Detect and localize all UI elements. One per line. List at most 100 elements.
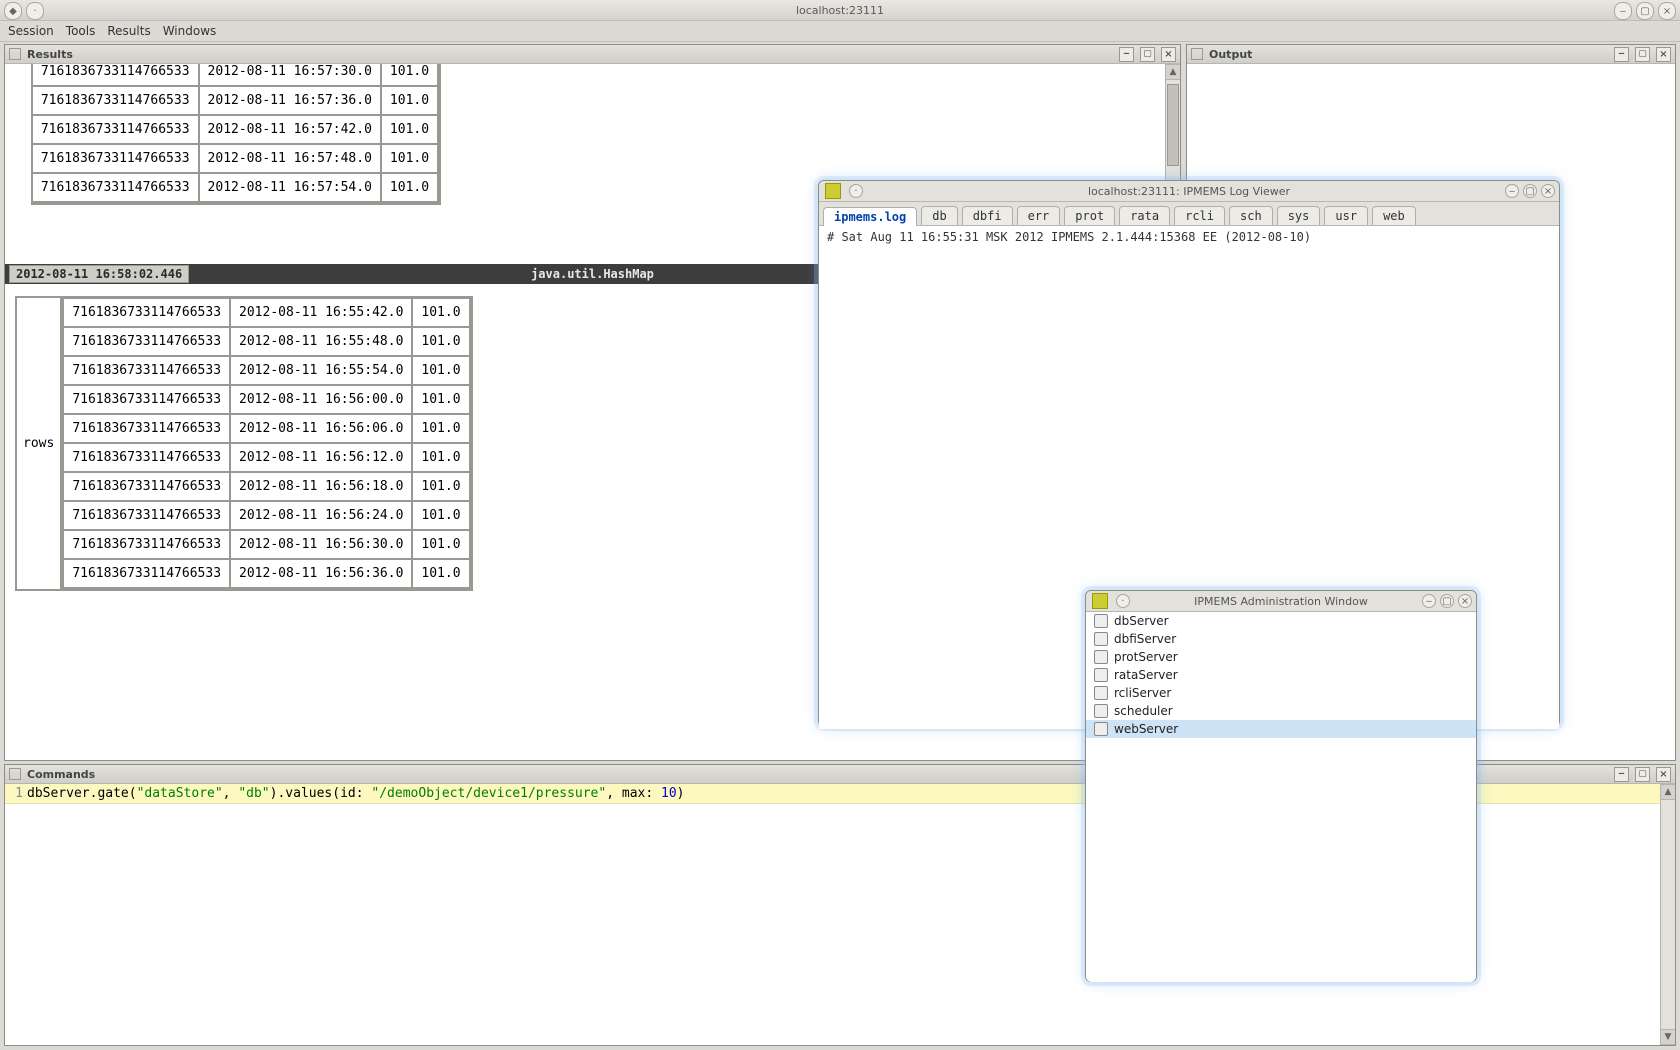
log-sticky-icon[interactable]: · bbox=[849, 184, 863, 198]
log-max-button[interactable]: ▢ bbox=[1523, 184, 1537, 198]
log-tab-usr[interactable]: usr bbox=[1324, 206, 1368, 225]
scroll-up-icon[interactable]: ▲ bbox=[1660, 784, 1675, 800]
admin-item-label: rataServer bbox=[1114, 668, 1178, 682]
table-row[interactable]: 71618367331147665332012-08-11 16:56:30.0… bbox=[63, 530, 469, 559]
log-close-button[interactable]: × bbox=[1541, 184, 1555, 198]
commands-scrollbar[interactable]: ▲ ▼ bbox=[1660, 784, 1675, 1045]
commands-close-button[interactable]: × bbox=[1656, 767, 1671, 782]
server-icon bbox=[1094, 704, 1108, 718]
log-tab-sch[interactable]: sch bbox=[1229, 206, 1273, 225]
table-row[interactable]: 71618367331147665332012-08-11 16:56:24.0… bbox=[63, 501, 469, 530]
table-row[interactable]: 71618367331147665332012-08-11 16:55:48.0… bbox=[63, 327, 469, 356]
cell-val: 101.0 bbox=[412, 501, 469, 530]
toggle-icon[interactable] bbox=[9, 768, 21, 780]
table-row[interactable]: 71618367331147665332012-08-11 16:57:48.0… bbox=[32, 144, 438, 173]
cell-val: 101.0 bbox=[412, 414, 469, 443]
cell-val: 101.0 bbox=[412, 530, 469, 559]
output-titlebar[interactable]: Output ‒ ▢ × bbox=[1187, 45, 1675, 64]
commands-max-button[interactable]: ▢ bbox=[1635, 767, 1650, 782]
cell-t: 2012-08-11 16:56:12.0 bbox=[230, 443, 412, 472]
code-token: ) bbox=[677, 786, 685, 801]
table-row[interactable]: 71618367331147665332012-08-11 16:55:42.0… bbox=[63, 298, 469, 327]
admin-title: IPMEMS Administration Window bbox=[1194, 595, 1368, 608]
results-outer-table: rows idtval 71618367331147665332012-08-1… bbox=[15, 296, 473, 591]
log-tab-ipmems.log[interactable]: ipmems.log bbox=[823, 207, 917, 226]
admin-titlebar[interactable]: · IPMEMS Administration Window ‒ ▢ × bbox=[1086, 591, 1476, 612]
cell-val: 101.0 bbox=[412, 472, 469, 501]
log-min-button[interactable]: ‒ bbox=[1505, 184, 1519, 198]
results-max-button[interactable]: ▢ bbox=[1140, 47, 1155, 62]
admin-sticky-icon[interactable]: · bbox=[1116, 594, 1130, 608]
table-row[interactable]: 71618367331147665332012-08-11 16:56:12.0… bbox=[63, 443, 469, 472]
menu-windows[interactable]: Windows bbox=[163, 24, 217, 38]
table-row[interactable]: 71618367331147665332012-08-11 16:57:36.0… bbox=[32, 86, 438, 115]
maximize-button[interactable]: ▢ bbox=[1636, 2, 1654, 20]
table-row[interactable]: 71618367331147665332012-08-11 16:57:30.0… bbox=[32, 64, 438, 86]
toggle-icon[interactable] bbox=[1191, 48, 1203, 60]
admin-window[interactable]: · IPMEMS Administration Window ‒ ▢ × dbS… bbox=[1085, 590, 1477, 982]
output-min-button[interactable]: ‒ bbox=[1614, 47, 1629, 62]
log-tab-web[interactable]: web bbox=[1372, 206, 1416, 225]
sticky-icon[interactable]: · bbox=[26, 2, 44, 20]
table-row[interactable]: 71618367331147665332012-08-11 16:56:06.0… bbox=[63, 414, 469, 443]
code-token: "db" bbox=[238, 786, 269, 801]
results-close-button[interactable]: × bbox=[1161, 47, 1176, 62]
admin-item-rcliServer[interactable]: rcliServer bbox=[1086, 684, 1476, 702]
admin-item-dbfiServer[interactable]: dbfiServer bbox=[1086, 630, 1476, 648]
log-tab-rcli[interactable]: rcli bbox=[1174, 206, 1225, 225]
log-tab-db[interactable]: db bbox=[921, 206, 957, 225]
cell-id: 7161836733114766533 bbox=[32, 115, 199, 144]
log-tab-prot[interactable]: prot bbox=[1064, 206, 1115, 225]
table-row[interactable]: 71618367331147665332012-08-11 16:55:54.0… bbox=[63, 356, 469, 385]
admin-item-dbServer[interactable]: dbServer bbox=[1086, 612, 1476, 630]
close-button[interactable]: × bbox=[1658, 2, 1676, 20]
results-min-button[interactable]: ‒ bbox=[1119, 47, 1134, 62]
table-row[interactable]: 71618367331147665332012-08-11 16:56:00.0… bbox=[63, 385, 469, 414]
cell-id: 7161836733114766533 bbox=[63, 530, 230, 559]
commands-min-button[interactable]: ‒ bbox=[1614, 767, 1629, 782]
cell-t: 2012-08-11 16:57:30.0 bbox=[199, 64, 381, 86]
menu-session[interactable]: Session bbox=[8, 24, 54, 38]
table-row[interactable]: 71618367331147665332012-08-11 16:56:36.0… bbox=[63, 559, 469, 588]
admin-item-webServer[interactable]: webServer bbox=[1086, 720, 1476, 738]
output-close-button[interactable]: × bbox=[1656, 47, 1671, 62]
table-row[interactable]: 71618367331147665332012-08-11 16:56:18.0… bbox=[63, 472, 469, 501]
log-tab-sys[interactable]: sys bbox=[1277, 206, 1321, 225]
admin-item-scheduler[interactable]: scheduler bbox=[1086, 702, 1476, 720]
code-token: 10 bbox=[661, 786, 677, 801]
output-max-button[interactable]: ▢ bbox=[1635, 47, 1650, 62]
admin-min-button[interactable]: ‒ bbox=[1422, 594, 1436, 608]
log-tab-err[interactable]: err bbox=[1017, 206, 1061, 225]
cell-id: 7161836733114766533 bbox=[63, 327, 230, 356]
log-tab-rata[interactable]: rata bbox=[1119, 206, 1170, 225]
server-icon bbox=[1094, 614, 1108, 628]
scroll-thumb[interactable] bbox=[1167, 84, 1179, 166]
admin-max-button[interactable]: ▢ bbox=[1440, 594, 1454, 608]
menu-tools[interactable]: Tools bbox=[66, 24, 96, 38]
cell-val: 101.0 bbox=[381, 173, 438, 202]
table-row[interactable]: 71618367331147665332012-08-11 16:57:54.0… bbox=[32, 173, 438, 202]
cell-t: 2012-08-11 16:57:42.0 bbox=[199, 115, 381, 144]
table-row[interactable]: 71618367331147665332012-08-11 16:57:42.0… bbox=[32, 115, 438, 144]
menu-results[interactable]: Results bbox=[107, 24, 150, 38]
cell-id: 7161836733114766533 bbox=[63, 559, 230, 588]
results-title: Results bbox=[27, 48, 73, 61]
app-window: ◆ · localhost:23111 ‒ ▢ × Session Tools … bbox=[0, 0, 1680, 1050]
cell-t: 2012-08-11 16:55:48.0 bbox=[230, 327, 412, 356]
admin-item-protServer[interactable]: protServer bbox=[1086, 648, 1476, 666]
log-tab-dbfi[interactable]: dbfi bbox=[962, 206, 1013, 225]
results-timestamp: 2012-08-11 16:58:02.446 bbox=[9, 265, 189, 283]
toggle-icon[interactable] bbox=[9, 48, 21, 60]
code-token: dbServer.gate( bbox=[27, 786, 137, 801]
log-viewer-titlebar[interactable]: · localhost:23111: IPMEMS Log Viewer ‒ ▢… bbox=[819, 181, 1559, 202]
scroll-down-icon[interactable]: ▼ bbox=[1660, 1029, 1675, 1045]
results-titlebar[interactable]: Results ‒ ▢ × bbox=[5, 45, 1180, 64]
results-class: java.util.HashMap bbox=[531, 267, 654, 281]
admin-close-button[interactable]: × bbox=[1458, 594, 1472, 608]
minimize-button[interactable]: ‒ bbox=[1614, 2, 1632, 20]
log-tabs: ipmems.logdbdbfierrprotratarclischsysusr… bbox=[819, 202, 1559, 226]
cell-id: 7161836733114766533 bbox=[63, 501, 230, 530]
cell-id: 7161836733114766533 bbox=[63, 356, 230, 385]
admin-item-rataServer[interactable]: rataServer bbox=[1086, 666, 1476, 684]
scroll-up-icon[interactable]: ▲ bbox=[1165, 64, 1180, 80]
